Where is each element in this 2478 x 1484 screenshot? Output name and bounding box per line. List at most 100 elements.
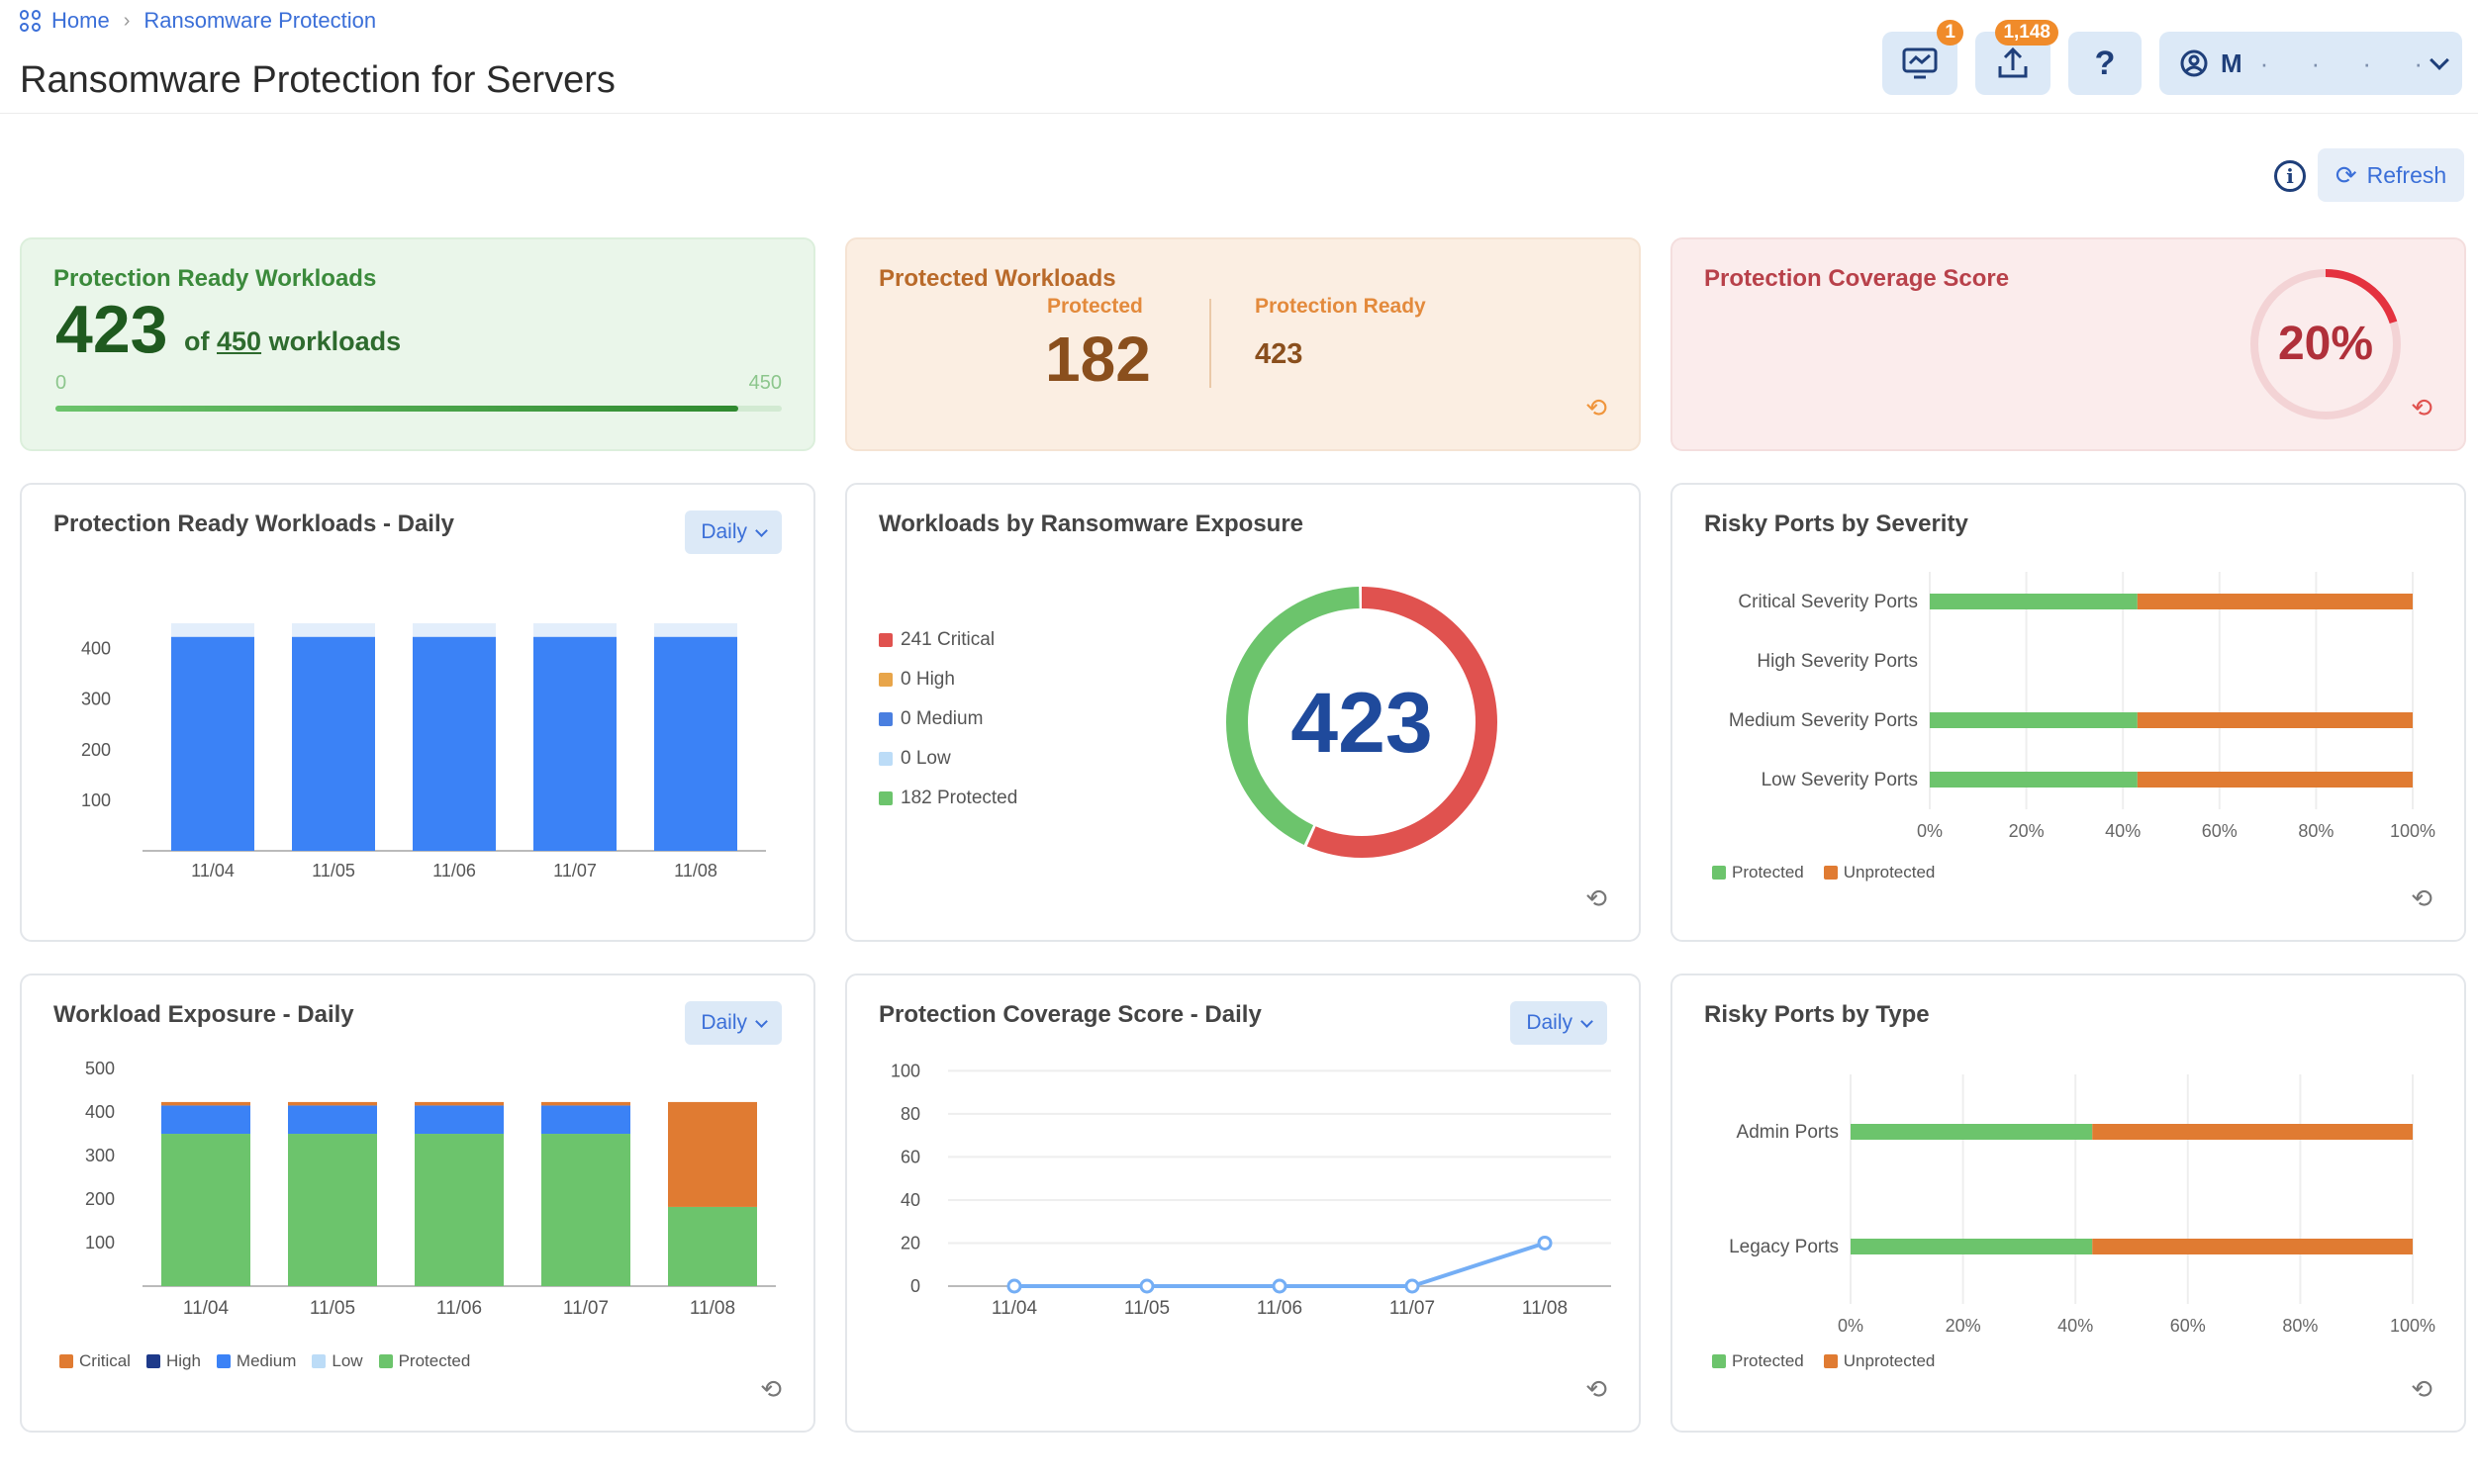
- history-icon[interactable]: ⟲: [1585, 883, 1607, 914]
- notification-badge: 1: [1937, 20, 1963, 46]
- exposure-daily-chart: 100 200 300 400 500 11/04 11/05 11/06 11/07 11/08: [85, 1059, 776, 1319]
- legend-label: 0 High: [901, 669, 955, 690]
- x-tick-label: 80%: [2282, 1316, 2318, 1336]
- data-point: [1404, 1278, 1420, 1294]
- bar-unprotected: [2092, 1239, 2413, 1254]
- period-dropdown[interactable]: Daily: [1510, 1001, 1607, 1045]
- kpi-protected-value: 182: [1045, 324, 1151, 395]
- legend-label: 182 Protected: [901, 788, 1018, 808]
- y-tick-label: 500: [85, 1059, 115, 1078]
- ports-type-legend: Protected Unprotected: [1712, 1351, 1935, 1371]
- breadcrumb-home-link[interactable]: Home: [51, 8, 110, 34]
- exposure-title: Workloads by Ransomware Exposure: [879, 510, 1304, 537]
- legend-label: 0 Low: [901, 748, 951, 769]
- bar: [533, 636, 617, 851]
- user-menu-button[interactable]: M · · · ·: [2159, 32, 2462, 95]
- y-tick-label: 40: [901, 1190, 920, 1210]
- ports-type-card: Risky Ports by Type 0% 20% 40% 60% 80% 100% Ad…: [1670, 974, 2466, 1433]
- data-point: [1537, 1235, 1553, 1251]
- x-tick-label: 20%: [2009, 821, 2045, 841]
- legend-low: Low: [312, 1351, 363, 1371]
- coverage-daily-chart: 0 20 40 60 80 100 11/04 11/05 11/06 11/07 11/08: [891, 1061, 1611, 1319]
- y-category-label: Medium Severity Ports: [1729, 710, 1918, 731]
- bar-unprotected: [2092, 1124, 2413, 1140]
- data-point: [1006, 1278, 1022, 1294]
- bar-critical: [288, 1101, 377, 1106]
- y-tick-label: 0: [910, 1276, 920, 1296]
- x-tick-label: 11/07: [553, 861, 597, 881]
- history-icon[interactable]: ⟲: [2411, 1374, 2432, 1405]
- exposure-card: Workloads by Ransomware Exposure 241 Cri…: [845, 483, 1641, 942]
- exposure-daily-legend: Critical High Medium Low Protected: [59, 1351, 470, 1371]
- kpi-ready-total-link[interactable]: 450: [217, 326, 261, 356]
- breadcrumb-current-link[interactable]: Ransomware Protection: [143, 8, 376, 34]
- x-tick-label: 40%: [2105, 821, 2141, 841]
- history-icon[interactable]: ⟲: [760, 1374, 782, 1405]
- bar: [292, 636, 375, 851]
- x-tick-label: 11/08: [1522, 1298, 1568, 1319]
- bar-protected: [1930, 712, 2138, 728]
- refresh-button[interactable]: ⟳ Refresh: [2318, 148, 2464, 202]
- x-tick-label: 100%: [2390, 821, 2435, 841]
- ports-severity-title: Risky Ports by Severity: [1704, 510, 1968, 537]
- x-tick-label: 11/06: [1257, 1298, 1302, 1319]
- upload-tasks-button[interactable]: 1,148: [1975, 20, 2058, 95]
- user-avatar-icon: [2180, 49, 2208, 77]
- history-icon[interactable]: ⟲: [2411, 883, 2432, 914]
- y-category-label: Critical Severity Ports: [1738, 592, 1918, 612]
- chevron-down-icon: [755, 1014, 768, 1028]
- x-tick-label: 60%: [2170, 1316, 2206, 1336]
- y-tick-label: 300: [81, 690, 111, 709]
- x-tick-label: 40%: [2057, 1316, 2093, 1336]
- bar-protected: [415, 1134, 504, 1286]
- kpi-coverage-title: Protection Coverage Score: [1704, 265, 2010, 292]
- bar: [413, 636, 496, 851]
- period-dropdown[interactable]: Daily: [685, 1001, 782, 1045]
- legend-item: 0 High: [879, 669, 1017, 691]
- x-tick-label: 11/05: [1124, 1298, 1170, 1319]
- x-tick-label: 11/05: [312, 861, 355, 881]
- header-divider: [0, 113, 2478, 114]
- legend-item: 182 Protected: [879, 788, 1017, 809]
- coverage-daily-title: Protection Coverage Score - Daily: [879, 1001, 1262, 1028]
- ready-daily-card: Protection Ready Workloads - Daily Daily…: [20, 483, 815, 942]
- coverage-daily-card: Protection Coverage Score - Daily Daily …: [845, 974, 1641, 1433]
- kpi-ready-of: of: [184, 326, 210, 356]
- ready-daily-chart: 100 200 300 400 11/04 11/05 11/06 11/07 11/08: [81, 623, 766, 881]
- legend-medium: Medium: [216, 1351, 296, 1371]
- data-point: [1272, 1278, 1287, 1294]
- x-tick-label: 100%: [2390, 1316, 2435, 1336]
- y-tick-label: 200: [81, 740, 111, 760]
- bar-critical: [668, 1101, 757, 1207]
- kpi-protected-label: Protected: [1047, 295, 1143, 318]
- bar-protected: [541, 1134, 630, 1286]
- history-icon[interactable]: ⟲: [1585, 393, 1607, 423]
- history-icon[interactable]: ⟲: [1585, 1374, 1607, 1405]
- coverage-value: 20%: [2277, 318, 2374, 370]
- y-category-label: High Severity Ports: [1757, 651, 1918, 672]
- legend-protected: Protected: [1712, 863, 1804, 882]
- chevron-right-icon: ›: [123, 9, 131, 32]
- exposure-daily-title: Workload Exposure - Daily: [53, 1001, 354, 1028]
- help-button[interactable]: ?: [2068, 32, 2142, 95]
- refresh-label: Refresh: [2366, 161, 2447, 188]
- legend-swatch: [879, 673, 893, 687]
- ready-daily-title: Protection Ready Workloads - Daily: [53, 510, 454, 537]
- x-tick-label: 11/07: [1389, 1298, 1435, 1319]
- y-tick-label: 100: [891, 1061, 920, 1080]
- legend-item: 0 Medium: [879, 708, 1017, 730]
- y-tick-label: 200: [85, 1189, 115, 1209]
- x-tick-label: 11/04: [183, 1298, 230, 1319]
- info-icon[interactable]: i: [2274, 160, 2306, 192]
- x-tick-label: 11/08: [674, 861, 717, 881]
- monitor-notifications-button[interactable]: 1: [1882, 20, 1963, 95]
- x-tick-label: 11/06: [436, 1298, 482, 1319]
- chevron-down-icon: [755, 523, 768, 537]
- period-dropdown[interactable]: Daily: [685, 510, 782, 554]
- apps-grid-icon[interactable]: [20, 10, 42, 32]
- history-icon[interactable]: ⟲: [2411, 393, 2432, 423]
- legend-unprotected: Unprotected: [1823, 1351, 1935, 1371]
- y-tick-label: 300: [85, 1146, 115, 1165]
- x-tick-label: 11/06: [432, 861, 476, 881]
- kpi-ready-label: Protection Ready: [1255, 295, 1426, 318]
